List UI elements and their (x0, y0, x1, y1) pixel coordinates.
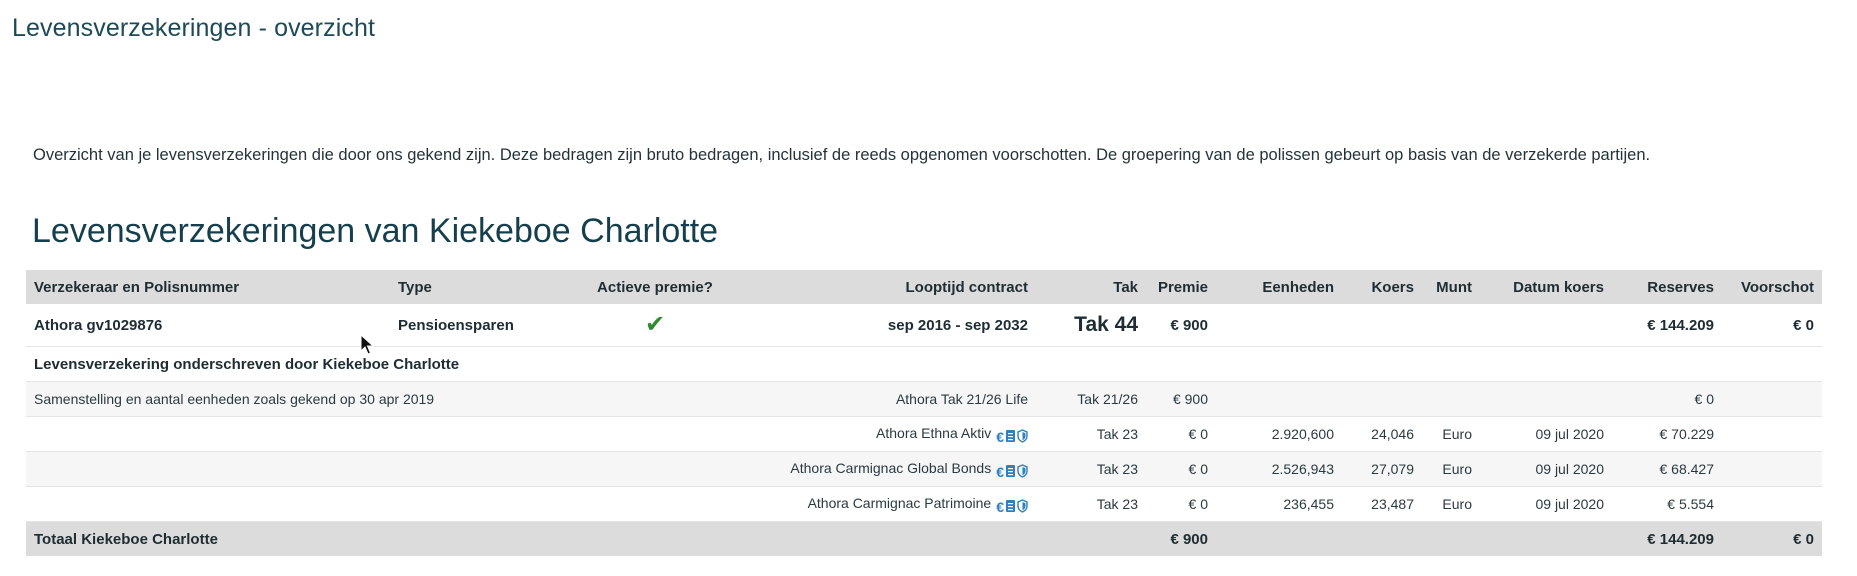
fund-premium: € 0 (1146, 486, 1216, 522)
fund-rate: 24,046 (1342, 416, 1422, 452)
fund-rate-date: 09 jul 2020 (1480, 416, 1612, 452)
document-icon[interactable] (1005, 464, 1016, 478)
header-tak: Tak (1036, 270, 1146, 304)
fund-row: Athora Carmignac Patrimoine € Tak 23 € 0… (26, 486, 1822, 522)
header-advance: Voorschot (1722, 270, 1822, 304)
fund-name: Athora Ethna Aktiv (876, 424, 992, 441)
composition-premium: € 900 (1146, 381, 1216, 417)
section-title: Levensverzekeringen van Kiekeboe Charlot… (32, 212, 719, 250)
fund-currency: Euro (1422, 451, 1480, 487)
fund-reserves: € 70.229 (1612, 416, 1722, 452)
header-rate: Koers (1342, 270, 1422, 304)
fund-units: 2.920,600 (1216, 416, 1342, 452)
policy-term: sep 2016 - sep 2032 (750, 304, 1036, 347)
header-type: Type (390, 270, 560, 304)
fund-units: 2.526,943 (1216, 451, 1342, 487)
table-header-row: Verzekeraar en Polisnummer Type Actieve … (26, 270, 1822, 304)
checkmark-icon: ✔ (644, 311, 666, 338)
total-reserves: € 144.209 (1612, 521, 1722, 556)
document-icon[interactable] (1005, 429, 1016, 443)
fund-tak: Tak 23 (1036, 486, 1146, 522)
intro-text: Overzicht van je levensverzekeringen die… (33, 146, 1651, 164)
fund-rate: 27,079 (1342, 451, 1422, 487)
document-icon[interactable] (1005, 499, 1016, 513)
total-advance: € 0 (1722, 521, 1822, 556)
fund-name: Athora Carmignac Global Bonds (790, 459, 992, 476)
insured-party-subheader: Levensverzekering onderschreven door Kie… (26, 346, 1822, 382)
policies-table: Verzekeraar en Polisnummer Type Actieve … (26, 270, 1822, 556)
fund-premium: € 0 (1146, 416, 1216, 452)
euro-icon[interactable]: € (996, 429, 1004, 445)
fund-tak: Tak 23 (1036, 416, 1146, 452)
total-premium: € 900 (1146, 521, 1216, 556)
fund-reserves: € 68.427 (1612, 451, 1722, 487)
fund-row: Athora Ethna Aktiv € Tak 23 € 0 2.920,60… (26, 416, 1822, 452)
header-reserves: Reserves (1612, 270, 1722, 304)
fund-tak: Tak 23 (1036, 451, 1146, 487)
composition-reserves: € 0 (1612, 381, 1722, 417)
header-rate-date: Datum koers (1480, 270, 1612, 304)
policy-tak: Tak 44 (1036, 304, 1146, 347)
header-insurer: Verzekeraar en Polisnummer (26, 270, 390, 304)
composition-fund: Athora Tak 21/26 Life (750, 381, 1036, 417)
mouse-cursor-icon (360, 334, 375, 355)
fund-rate: 23,487 (1342, 486, 1422, 522)
header-currency: Munt (1422, 270, 1480, 304)
page-title: Levensverzekeringen - overzicht (12, 14, 375, 42)
composition-label: Samenstelling en aantal eenheden zoals g… (26, 381, 750, 417)
fund-rate-date: 09 jul 2020 (1480, 486, 1612, 522)
policy-reserves: € 144.209 (1612, 304, 1722, 347)
total-row: Totaal Kiekeboe Charlotte € 900 € 144.20… (26, 521, 1822, 556)
header-active-premium: Actieve premie? (560, 270, 750, 304)
shield-icon[interactable] (1017, 464, 1028, 478)
policy-premium: € 900 (1146, 304, 1216, 347)
fund-rate-date: 09 jul 2020 (1480, 451, 1612, 487)
total-label: Totaal Kiekeboe Charlotte (26, 521, 1146, 556)
subheader-label: Levensverzekering onderschreven door Kie… (26, 346, 1822, 382)
header-units: Eenheden (1216, 270, 1342, 304)
shield-icon[interactable] (1017, 499, 1028, 513)
fund-currency: Euro (1422, 486, 1480, 522)
policy-type: Pensioensparen (390, 304, 560, 347)
fund-premium: € 0 (1146, 451, 1216, 487)
header-premium: Premie (1146, 270, 1216, 304)
fund-row: Athora Carmignac Global Bonds € Tak 23 €… (26, 451, 1822, 487)
fund-name: Athora Carmignac Patrimoine (807, 494, 992, 511)
fund-currency: Euro (1422, 416, 1480, 452)
euro-icon[interactable]: € (996, 499, 1004, 515)
header-term: Looptijd contract (750, 270, 1036, 304)
shield-icon[interactable] (1017, 429, 1028, 443)
fund-reserves: € 5.554 (1612, 486, 1722, 522)
policy-advance: € 0 (1722, 304, 1822, 347)
policy-row[interactable]: Athora gv1029876 Pensioensparen ✔ sep 20… (26, 304, 1822, 347)
policy-insurer[interactable]: Athora gv1029876 (26, 304, 390, 347)
fund-units: 236,455 (1216, 486, 1342, 522)
composition-row: Samenstelling en aantal eenheden zoals g… (26, 381, 1822, 417)
composition-tak: Tak 21/26 (1036, 381, 1146, 417)
euro-icon[interactable]: € (996, 464, 1004, 480)
